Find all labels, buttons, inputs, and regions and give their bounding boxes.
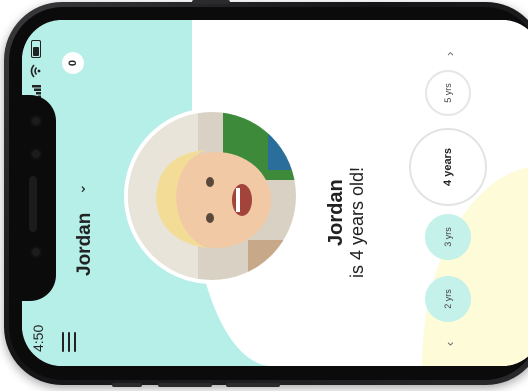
- chevron-down-icon[interactable]: ⌄: [72, 183, 89, 195]
- menu-icon[interactable]: [62, 332, 76, 352]
- age-option-label: 3 yrs: [443, 227, 453, 247]
- volume-up-button: [112, 383, 142, 387]
- phone-screen: 4:50 Jordan ⌄ 0 Jordan is 4 years old! ‹…: [22, 20, 528, 366]
- earpiece-speaker: [29, 176, 37, 232]
- status-time: 4:50: [30, 324, 46, 352]
- age-option-label: 5 yrs: [443, 83, 453, 103]
- chevron-left-icon[interactable]: ‹: [442, 342, 457, 346]
- age-option-label: 2 yrs: [443, 289, 453, 309]
- front-camera: [30, 148, 42, 160]
- age-option-2[interactable]: 2 yrs: [425, 276, 471, 322]
- age-option-4-selected[interactable]: 4 years: [409, 128, 487, 206]
- proximity-sensor: [30, 246, 42, 258]
- age-heading-text: is 4 years old!: [347, 166, 367, 278]
- app-screen: 4:50 Jordan ⌄ 0 Jordan is 4 years old! ‹…: [22, 20, 528, 366]
- front-sensor: [30, 115, 42, 127]
- age-option-5[interactable]: 5 yrs: [425, 70, 471, 116]
- age-option-3[interactable]: 3 yrs: [425, 214, 471, 260]
- chevron-right-icon[interactable]: ›: [442, 52, 457, 56]
- battery-fill: [32, 46, 39, 56]
- child-name-selector[interactable]: Jordan: [74, 213, 96, 276]
- mute-switch: [226, 383, 280, 387]
- volume-down-button: [158, 383, 212, 387]
- status-icons: [30, 40, 41, 98]
- power-button: [192, 0, 230, 4]
- battery-icon: [30, 40, 41, 58]
- wifi-icon: [30, 64, 41, 78]
- age-heading-name: Jordan: [325, 179, 347, 246]
- child-photo: [124, 108, 300, 284]
- notification-badge[interactable]: 0: [62, 52, 84, 74]
- child-photo-illustration: [128, 108, 300, 280]
- age-option-label: 4 years: [442, 148, 454, 186]
